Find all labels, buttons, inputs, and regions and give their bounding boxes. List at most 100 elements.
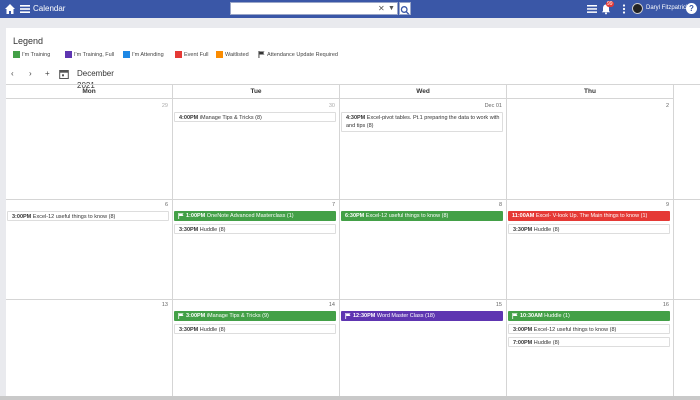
event-title: Excel-pivot tables. Pt.1 preparing the d… [346, 115, 500, 129]
calendar-event[interactable]: 11:00AM Excel- V-look Up. The Main thing… [508, 211, 670, 221]
calendar-icon[interactable] [59, 69, 69, 79]
calendar-event[interactable]: 7:00PM Huddle (8) [508, 337, 670, 347]
day-number: 9 [665, 202, 669, 208]
event-title: Excel-12 useful things to know (8) [533, 327, 617, 333]
clear-icon[interactable]: ✕ [378, 3, 385, 14]
flag-icon [178, 212, 184, 219]
calendar-event[interactable]: 3:30PM Huddle (8) [508, 224, 670, 234]
event-time: 4:00PM [179, 115, 199, 121]
grid-divider [673, 85, 674, 397]
flag-icon [258, 51, 265, 58]
chevron-down-icon[interactable]: ▼ [388, 3, 395, 14]
calendar-event[interactable]: 10:30AM Huddle (1) [508, 311, 670, 321]
horizontal-scrollbar[interactable] [0, 396, 700, 400]
event-title: Huddle (1) [544, 313, 570, 319]
day-number: 29 [161, 103, 168, 109]
add-event-button[interactable]: + [45, 68, 50, 80]
search-box[interactable]: ✕ ▼ [230, 2, 398, 15]
event-title: Excel-12 useful things to know (8) [365, 213, 449, 219]
grid-divider [6, 299, 700, 300]
day-number: Dec 01 [484, 103, 502, 109]
legend-label: I'm Attending [132, 52, 164, 58]
grid-divider [506, 85, 507, 397]
day-header-thu: Thu [507, 85, 673, 99]
search-input[interactable] [233, 3, 373, 14]
calendar-event[interactable]: 4:00PM iManage Tips & Tricks (8) [174, 112, 336, 122]
event-time: 12:30PM [353, 313, 376, 319]
day-number: 8 [498, 202, 502, 208]
event-time: 3:30PM [513, 227, 533, 233]
day-number: 13 [161, 302, 168, 308]
day-header-tue: Tue [173, 85, 339, 99]
calendar-grid: Mon Tue Wed Thu 29 30 Dec 01 2 4:00PM iM… [6, 84, 700, 397]
flag-icon [512, 312, 518, 319]
event-time: 3:00PM [186, 313, 206, 319]
event-time: 4:30PM [346, 115, 366, 121]
home-icon[interactable] [4, 3, 16, 15]
legend-label: Waitlisted [225, 52, 249, 58]
calendar-event[interactable]: 6:30PM Excel-12 useful things to know (8… [341, 211, 503, 221]
day-header-mon: Mon [6, 85, 172, 99]
search-icon [400, 6, 410, 15]
calendar-event[interactable]: 3:00PM iManage Tips & Tricks (9) [174, 311, 336, 321]
help-icon[interactable]: ? [686, 3, 697, 14]
event-time: 10:30AM [520, 313, 543, 319]
legend-label: I'm Training, Full [74, 52, 115, 58]
grid-divider [6, 199, 700, 200]
notification-badge: 99 [606, 1, 614, 7]
calendar-event[interactable]: 3:30PM Huddle (8) [174, 224, 336, 234]
legend-swatch [216, 51, 223, 58]
event-title: Word Master Class (18) [376, 313, 435, 319]
event-title: OneNote Advanced Masterclass (1) [206, 213, 294, 219]
calendar-event[interactable]: 3:00PM Excel-12 useful things to know (8… [508, 324, 670, 334]
list-icon[interactable] [586, 3, 598, 15]
legend-swatch [65, 51, 72, 58]
calendar-event[interactable]: 12:30PM Word Master Class (18) [341, 311, 503, 321]
chevron-left-icon[interactable]: ‹ [11, 68, 14, 80]
event-time: 3:00PM [513, 327, 533, 333]
day-number: 14 [328, 302, 335, 308]
calendar-event[interactable]: 3:00PM Excel-12 useful things to know (8… [7, 211, 169, 221]
legend-title: Legend [13, 36, 44, 46]
calendar-event[interactable]: 3:30PM Huddle (8) [174, 324, 336, 334]
event-time: 3:30PM [179, 327, 199, 333]
flag-icon [345, 312, 351, 319]
day-number: 15 [495, 302, 502, 308]
legend-label: Attendance Update Required [267, 52, 338, 58]
calendar-event[interactable]: 4:30PM Excel-pivot tables. Pt.1 preparin… [341, 112, 503, 132]
hamburger-menu-icon[interactable] [19, 3, 31, 15]
day-number: 7 [331, 202, 335, 208]
search-button[interactable] [399, 2, 411, 15]
event-time: 3:30PM [179, 227, 199, 233]
day-header-wed: Wed [340, 85, 506, 99]
legend-swatch [13, 51, 20, 58]
top-bar: Calendar ✕ ▼ 99 Daryl Fitzpatrick ? [0, 0, 700, 18]
legend-swatch [175, 51, 182, 58]
day-number: 30 [328, 103, 335, 109]
day-number: 6 [164, 202, 168, 208]
event-time: 6:30PM [345, 213, 365, 219]
day-number: 16 [662, 302, 669, 308]
event-title: Excel-12 useful things to know (8) [32, 214, 116, 220]
chevron-right-icon[interactable]: › [29, 68, 32, 80]
event-time: 11:00AM [512, 213, 535, 219]
event-title: Huddle (8) [199, 227, 226, 233]
event-time: 1:00PM [186, 213, 206, 219]
grid-divider [172, 85, 173, 397]
legend-swatch [123, 51, 130, 58]
event-title: Huddle (8) [533, 340, 560, 346]
more-vertical-icon[interactable] [618, 3, 630, 15]
flag-icon [178, 312, 184, 319]
event-time: 7:00PM [513, 340, 533, 346]
event-title: iManage Tips & Tricks (9) [206, 313, 269, 319]
event-title: Excel- V-look Up. The Main things to kno… [535, 213, 648, 219]
avatar[interactable] [632, 3, 643, 14]
calendar-event[interactable]: 1:00PM OneNote Advanced Masterclass (1) [174, 211, 336, 221]
app-title: Calendar [33, 4, 66, 13]
legend-label: I'm Training [22, 52, 51, 58]
legend-label: Event Full [184, 52, 209, 58]
event-title: iManage Tips & Tricks (8) [199, 115, 262, 121]
user-name[interactable]: Daryl Fitzpatrick [646, 4, 689, 13]
event-title: Huddle (8) [533, 227, 560, 233]
grid-divider [339, 85, 340, 397]
